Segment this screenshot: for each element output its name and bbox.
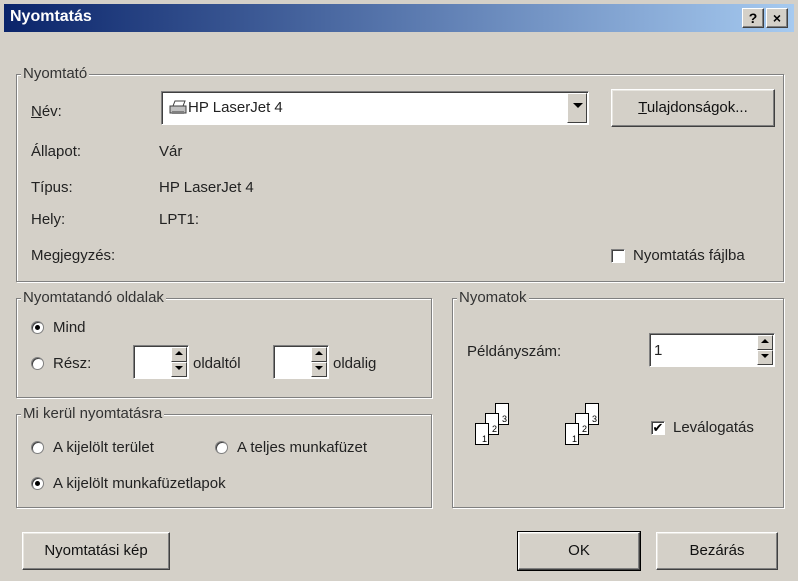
ok-button[interactable]: OK: [517, 531, 641, 571]
type-label: Típus:: [31, 179, 73, 196]
location-label: Hely:: [31, 211, 66, 228]
pages-all-radio[interactable]: [31, 321, 44, 334]
print-to-file-checkbox[interactable]: [611, 249, 625, 263]
title-bar: Nyomtatás ? ×: [4, 4, 794, 32]
copies-count-label: Példányszám:: [467, 343, 562, 360]
print-dialog: Nyomtatás ? × Nyomtató Név: HP LaserJet …: [0, 0, 798, 581]
selection-label: A kijelölt terület: [53, 439, 154, 456]
printer-name-value: HP LaserJet 4: [188, 99, 283, 116]
type-value: HP LaserJet 4: [159, 179, 254, 196]
chevron-down-icon[interactable]: [567, 93, 587, 123]
pages-group: Nyomtatandó oldalak Mind Rész: oldaltól …: [16, 289, 432, 398]
pages-all-label: Mind: [53, 319, 86, 336]
properties-button[interactable]: Tulajdonságok...: [611, 89, 775, 127]
from-page-label: oldaltól: [193, 355, 241, 372]
to-page-label: oldalig: [333, 355, 377, 372]
dialog-title: Nyomtatás: [10, 8, 92, 25]
help-button[interactable]: ?: [742, 8, 764, 28]
collate-checkbox[interactable]: ✔: [651, 421, 665, 435]
selected-sheets-radio[interactable]: [31, 477, 44, 490]
copies-group: Nyomatok Példányszám: 1 3 2 1 3 2 1 ✔ Le…: [452, 289, 784, 508]
to-page-spinner[interactable]: [311, 347, 327, 377]
location-value: LPT1:: [159, 211, 200, 228]
collate-label: Leválogatás: [673, 419, 754, 436]
status-label: Állapot:: [31, 143, 82, 160]
printer-group-label: Nyomtató: [21, 65, 90, 83]
entire-workbook-label: A teljes munkafüzet: [237, 439, 368, 456]
printer-group: Nyomtató Név: HP LaserJet 4 Tulajdonságo…: [16, 65, 784, 282]
copies-count-value: 1: [654, 342, 663, 359]
selected-sheets-label: A kijelölt munkafüzetlapok: [53, 475, 226, 492]
copies-spinner[interactable]: [757, 335, 773, 365]
pages-range-label: Rész:: [53, 355, 92, 372]
printer-icon: [168, 100, 188, 116]
copies-group-label: Nyomatok: [457, 289, 529, 307]
printer-select[interactable]: HP LaserJet 4: [161, 91, 589, 125]
from-page-input[interactable]: [133, 345, 189, 379]
status-value: Vár: [159, 143, 183, 160]
pages-range-radio[interactable]: [31, 357, 44, 370]
print-what-group: Mi kerül nyomtatásra A kijelölt terület …: [16, 405, 432, 508]
print-to-file-label: Nyomtatás fájlba: [633, 247, 745, 264]
name-label: Név:: [31, 103, 62, 120]
copies-count-input[interactable]: 1: [649, 333, 775, 367]
to-page-input[interactable]: [273, 345, 329, 379]
close-window-button[interactable]: ×: [766, 8, 788, 28]
collate-pages-icon: 3 2 1: [475, 403, 519, 455]
pages-group-label: Nyomtatandó oldalak: [21, 289, 166, 307]
print-preview-button[interactable]: Nyomtatási kép: [22, 532, 170, 570]
collate-pages-icon: 3 2 1: [565, 403, 609, 455]
print-what-group-label: Mi kerül nyomtatásra: [21, 405, 165, 423]
from-page-spinner[interactable]: [171, 347, 187, 377]
close-button[interactable]: Bezárás: [656, 532, 778, 570]
comment-label: Megjegyzés:: [31, 247, 116, 264]
entire-workbook-radio[interactable]: [215, 441, 228, 454]
selection-radio[interactable]: [31, 441, 44, 454]
